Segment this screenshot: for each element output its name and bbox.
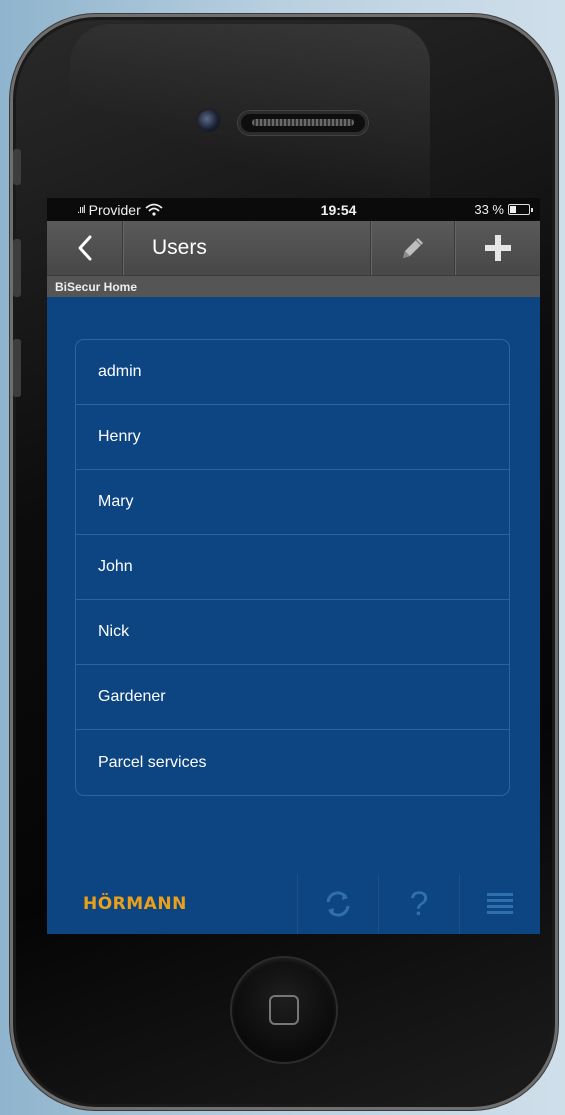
user-list-item[interactable]: Mary bbox=[76, 470, 509, 535]
footer-bar: HÖRMANN ? bbox=[47, 874, 540, 934]
location-label: BiSecur Home bbox=[47, 275, 540, 297]
page-title: Users bbox=[123, 221, 370, 275]
user-list-item[interactable]: admin bbox=[76, 340, 509, 405]
volume-down-button bbox=[13, 339, 21, 397]
menu-button[interactable] bbox=[459, 874, 540, 934]
wifi-icon bbox=[145, 203, 163, 216]
front-camera bbox=[198, 110, 220, 132]
add-user-button[interactable] bbox=[454, 221, 540, 275]
user-list-item[interactable]: Gardener bbox=[76, 665, 509, 730]
user-list-item[interactable]: Henry bbox=[76, 405, 509, 470]
user-list: admin Henry Mary John Nick Gardener Parc… bbox=[75, 339, 510, 796]
battery-percent: 33 % bbox=[474, 202, 504, 217]
back-button[interactable] bbox=[47, 221, 123, 275]
sync-icon bbox=[326, 891, 350, 917]
status-bar: .ııl Provider 19:54 33 % bbox=[47, 198, 540, 221]
hamburger-menu-icon bbox=[487, 893, 513, 914]
chevron-left-icon bbox=[78, 235, 91, 261]
carrier-name: Provider bbox=[88, 201, 141, 218]
user-list-item[interactable]: John bbox=[76, 535, 509, 600]
home-button[interactable] bbox=[232, 958, 336, 1062]
user-list-item[interactable]: Parcel services bbox=[76, 730, 509, 795]
plus-icon bbox=[484, 235, 511, 261]
earpiece-speaker bbox=[238, 111, 368, 135]
pencil-icon bbox=[402, 238, 423, 258]
help-button[interactable]: ? bbox=[378, 874, 459, 934]
signal-icon: .ııl bbox=[77, 203, 86, 216]
mute-switch bbox=[13, 149, 21, 185]
edit-button[interactable] bbox=[370, 221, 454, 275]
sync-button[interactable] bbox=[297, 874, 378, 934]
user-list-item[interactable]: Nick bbox=[76, 600, 509, 665]
app-screen: .ııl Provider 19:54 33 % Users BiSecur H… bbox=[47, 198, 540, 934]
status-time: 19:54 bbox=[320, 201, 357, 218]
brand-logo: HÖRMANN bbox=[83, 894, 187, 914]
battery-icon bbox=[508, 204, 533, 215]
navigation-bar: Users bbox=[47, 221, 540, 275]
volume-up-button bbox=[13, 239, 21, 297]
home-square-icon bbox=[269, 995, 299, 1025]
